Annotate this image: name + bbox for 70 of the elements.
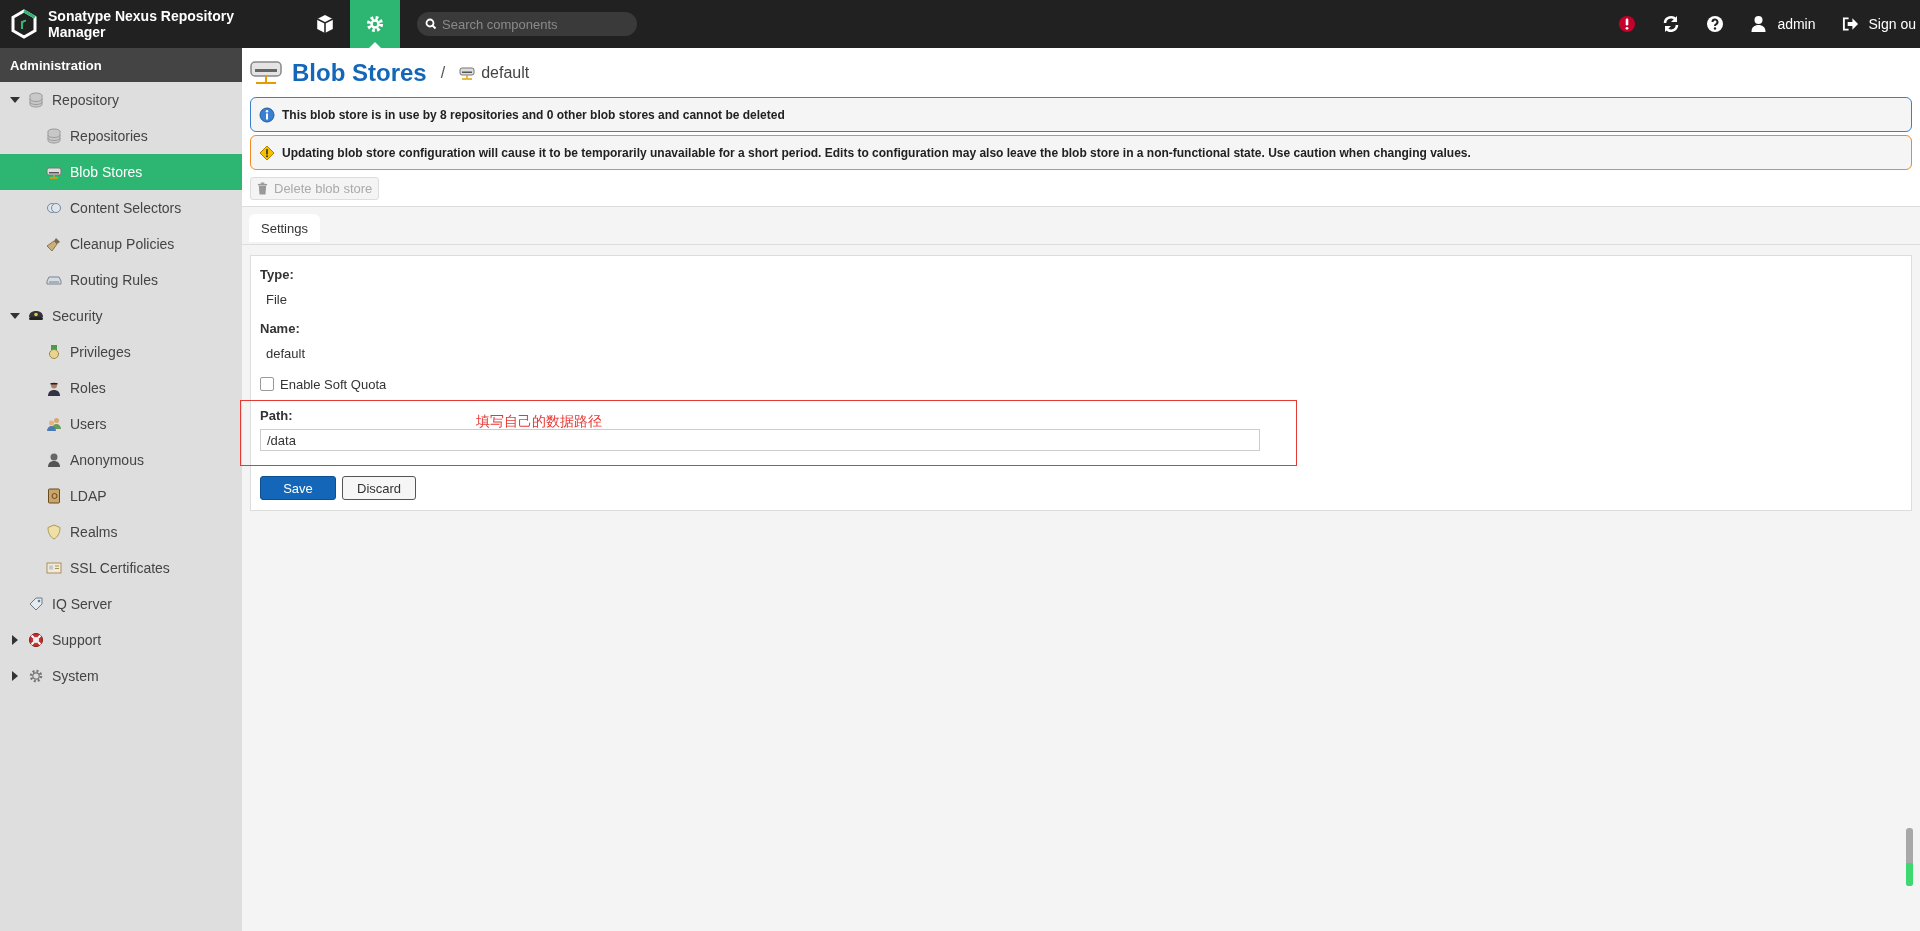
circles-icon [46,200,62,216]
checkbox[interactable] [260,377,274,391]
database-icon [28,92,44,108]
database-icon [46,128,62,144]
certificate-icon [46,560,62,576]
officer-icon [46,380,62,396]
sidebar-item[interactable]: Roles [0,370,242,406]
field-label: Type: [260,266,294,284]
field-value: File [265,291,288,309]
person-icon [46,452,62,468]
sidebar-item[interactable]: Privileges [0,334,242,370]
sidebar-item[interactable]: Cleanup Policies [0,226,242,262]
collapsed-caret-icon[interactable] [10,671,20,681]
sidebar-item[interactable]: Repositories [0,118,242,154]
trash-icon [257,182,268,195]
sidebar-item[interactable]: Repository [0,82,242,118]
brush-icon [46,236,62,252]
server-icon [459,65,476,81]
sidebar-item[interactable]: SSL Certificates [0,550,242,586]
breadcrumb-current: default [481,64,530,82]
sidebar-item[interactable]: Security [0,298,242,334]
collapsed-caret-icon[interactable] [10,635,20,645]
sidebar-item[interactable]: Realms [0,514,242,550]
server-icon [250,59,282,87]
alert-message: This blob store is in use by 8 repositories and 0 other blob stores and cannot be deleted [282,107,785,122]
settings-tab[interactable]: Settings [249,214,320,242]
cube-icon [315,14,335,34]
page-title: Blob Stores [292,59,427,87]
expanded-caret-icon[interactable] [10,311,20,321]
discard-button[interactable]: Discard [342,476,417,500]
server-icon [46,164,62,180]
sidebar-item[interactable]: Anonymous [0,442,242,478]
field-value: default [265,345,307,363]
sidebar-item[interactable]: Support [0,622,242,658]
book-icon [46,488,62,504]
info-icon [259,106,275,123]
sidebar-title: Administration [0,48,242,82]
settings-icon [365,14,385,34]
expanded-caret-icon[interactable] [10,95,20,105]
warning-icon [259,144,275,161]
annotation-text: 填写自己的数据路径 [476,413,602,431]
save-button[interactable]: Save [260,476,336,500]
sign-out-icon [1841,15,1859,33]
path-input[interactable]: /data [260,429,1260,451]
lifebuoy-icon [28,632,44,648]
sidebar-item[interactable]: LDAP [0,478,242,514]
user-menu[interactable]: admin [1750,15,1816,33]
alert-icon[interactable] [1618,15,1637,33]
user-icon [1750,15,1768,33]
field-label: Path: [260,407,293,425]
sidebar-item[interactable]: IQ Server [0,586,242,622]
field-label: Name: [260,320,300,338]
sidebar-item[interactable]: Content Selectors [0,190,242,226]
sign-out-link[interactable]: Sign ou [1841,15,1916,33]
sidebar-item[interactable]: Routing Rules [0,262,242,298]
refresh-icon[interactable] [1662,15,1681,33]
sidebar-item[interactable]: System [0,658,242,694]
hexagon-logo-icon [10,9,38,39]
help-icon[interactable] [1706,15,1725,33]
alert-message: Updating blob store configuration will cause it to be temporarily unavailable for a short period. Edits to configuration may also leave the blob store in a non-functional state. Use caution when changing values. [282,145,1471,160]
gear-icon [28,668,44,684]
sidebar-item[interactable]: Users [0,406,242,442]
people-icon [46,416,62,432]
tag-icon [28,596,44,612]
breadcrumb-separator: / [440,64,446,82]
shield-icon [46,524,62,540]
medal-icon [46,344,62,360]
search-field[interactable]: Search components [417,12,637,36]
app-title: Sonatype Nexus Repository Manager [48,8,235,40]
checkbox-label: Enable Soft Quota [280,376,387,392]
